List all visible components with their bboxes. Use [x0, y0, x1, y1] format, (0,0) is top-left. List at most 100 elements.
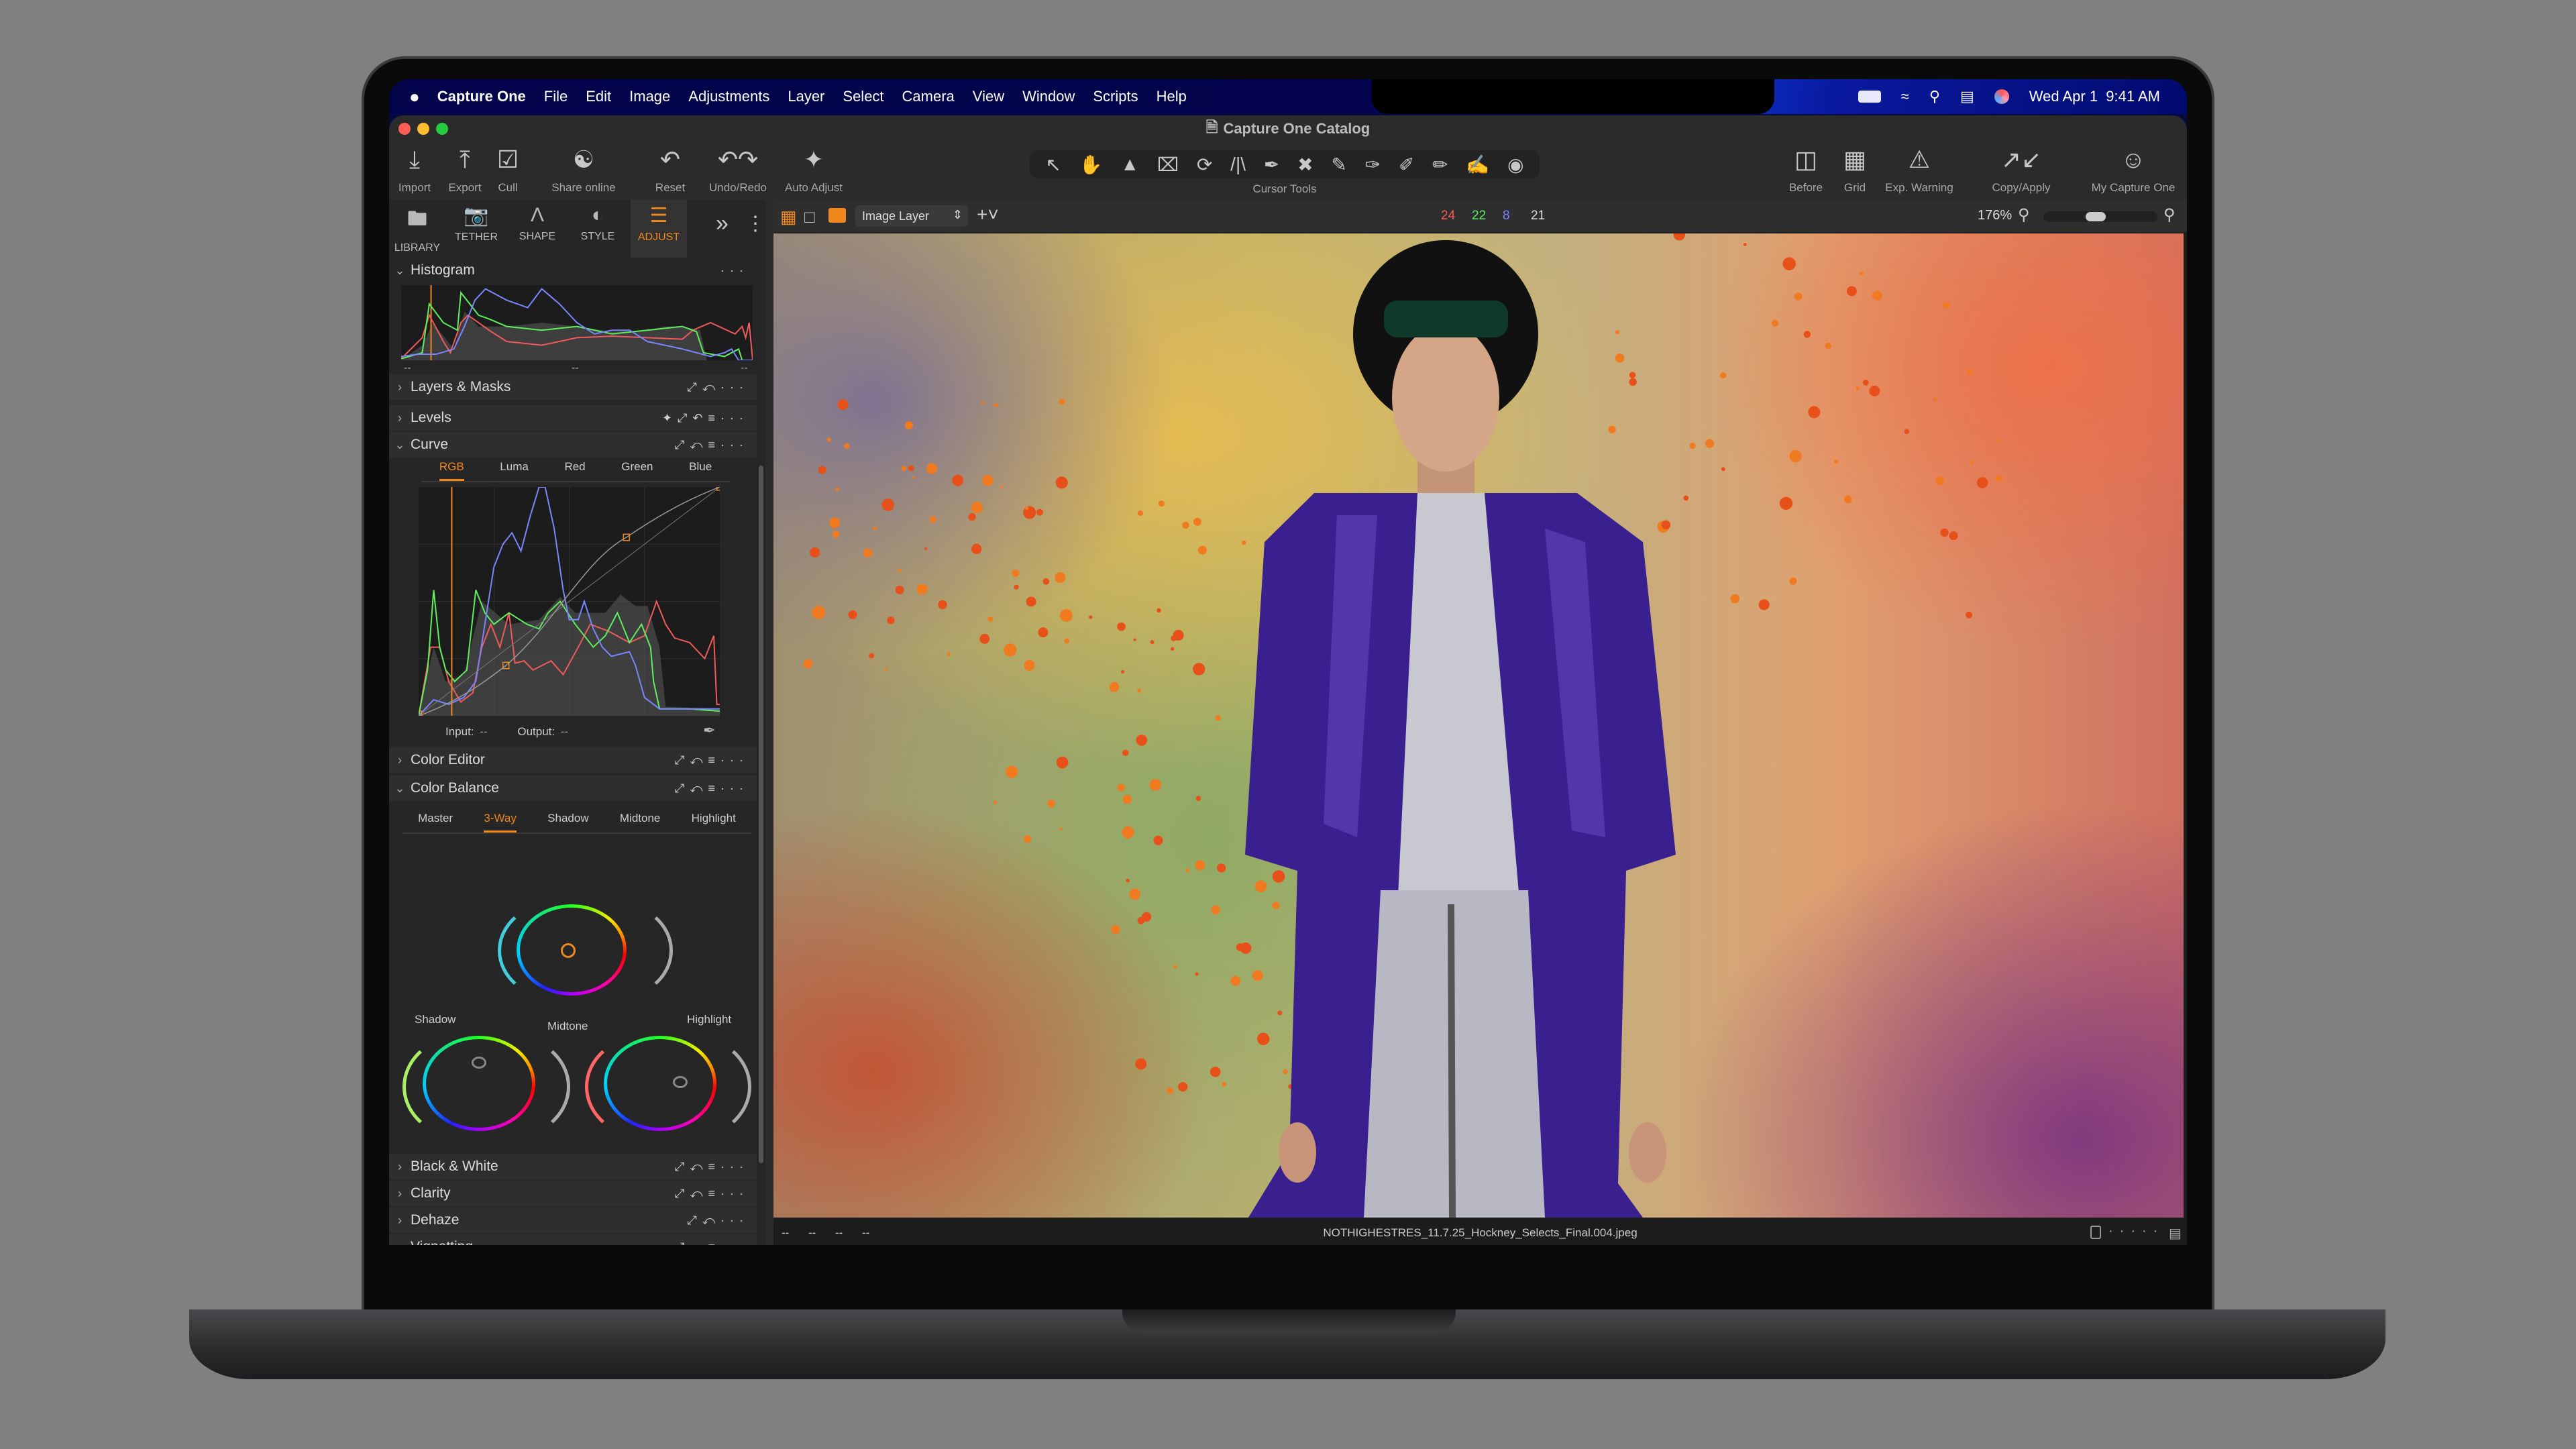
draw-mask-tool-icon[interactable]: ✎ [1331, 154, 1346, 176]
select-tool-icon[interactable]: ↖ [1045, 154, 1061, 176]
chevron-down-icon[interactable]: ⌄ [389, 264, 411, 278]
tab-adjust[interactable]: ☰ ADJUST [631, 200, 687, 258]
shadow-knob[interactable] [472, 1057, 486, 1069]
undo-redo-button[interactable]: ↶↷ Undo/Redo [709, 142, 767, 195]
section-curve[interactable]: ⌄ Curve ⤢↶≡··· [389, 432, 757, 458]
menu-app-name[interactable]: Capture One [437, 88, 526, 105]
auto-adjust-button[interactable]: ✦ Auto Adjust [785, 142, 843, 195]
pan-tool-icon[interactable]: ✋ [1079, 154, 1103, 176]
cb-tab-3-way[interactable]: 3-Way [484, 812, 517, 833]
share-online-button[interactable]: ☯ Share online [551, 142, 615, 195]
curve-editor[interactable] [419, 487, 720, 716]
cull-button[interactable]: ☑ Cull [497, 142, 519, 195]
section-dehaze[interactable]: › Dehaze ⤢↶··· [389, 1208, 757, 1233]
menu-view[interactable]: View [973, 88, 1004, 105]
section-black-white[interactable]: › Black & White ⤢↶≡··· [389, 1154, 757, 1179]
curve-tab-rgb[interactable]: RGB [439, 460, 464, 481]
section-histogram[interactable]: ⌄ Histogram ··· [389, 258, 757, 283]
chevron-right-icon[interactable]: › [389, 1160, 411, 1174]
wifi-icon[interactable]: ≈ [1901, 88, 1909, 105]
menu-select[interactable]: Select [843, 88, 883, 105]
chevron-right-icon[interactable]: › [389, 380, 411, 394]
section-actions-icons[interactable]: ⤢↶≡··· [675, 1187, 749, 1201]
loupe-tool-icon[interactable]: ▲ [1120, 154, 1139, 175]
highlight-knob[interactable] [673, 1076, 688, 1088]
gradient-tool-icon[interactable]: ✏ [1432, 154, 1448, 176]
section-actions-icons[interactable]: ⤢↶··· [687, 1214, 749, 1228]
minimize-button[interactable] [417, 123, 429, 135]
cb-tab-midtone[interactable]: Midtone [620, 812, 660, 833]
menu-window[interactable]: Window [1022, 88, 1075, 105]
section-actions-icons[interactable]: ⤢↶··· [687, 380, 749, 394]
chevron-right-icon[interactable]: › [389, 1187, 411, 1201]
zoom-out-icon[interactable]: ⚲ [2018, 205, 2030, 225]
chevron-right-icon[interactable]: › [389, 1240, 411, 1246]
zoom-button[interactable] [436, 123, 448, 135]
menu-help[interactable]: Help [1157, 88, 1187, 105]
zoom-in-icon[interactable]: ⚲ [2163, 205, 2176, 225]
section-levels[interactable]: › Levels ✦⤢↶≡··· [389, 405, 757, 431]
section-clarity[interactable]: › Clarity ⤢↶≡··· [389, 1181, 757, 1206]
grid-button[interactable]: ▦ Grid [1843, 142, 1866, 195]
image-viewer[interactable] [773, 233, 2187, 1221]
brush-tool-icon[interactable]: ✑ [1365, 154, 1381, 176]
rating-checkbox[interactable] [2090, 1226, 2101, 1239]
before-button[interactable]: ◫ Before [1789, 142, 1823, 195]
more-icon[interactable]: ··· [720, 264, 749, 278]
cb-tab-highlight[interactable]: Highlight [692, 812, 736, 833]
shadow-color-wheel[interactable] [423, 1036, 535, 1131]
chevron-down-icon[interactable]: ⌄ [389, 782, 411, 796]
curve-tab-green[interactable]: Green [621, 460, 653, 481]
tab-shape[interactable]: Λ SHAPE [509, 200, 566, 258]
export-button[interactable]: ⤒ Export [448, 142, 481, 195]
apple-icon[interactable]: ● [409, 87, 420, 107]
cb-tab-shadow[interactable]: Shadow [547, 812, 588, 833]
section-color-balance[interactable]: ⌄ Color Balance ⤢↶≡··· [389, 775, 757, 801]
cb-tab-master[interactable]: Master [418, 812, 453, 833]
rotate-tool-icon[interactable]: ⟳ [1197, 154, 1212, 176]
import-button[interactable]: ⤓ Import [398, 142, 431, 195]
menu-image[interactable]: Image [629, 88, 670, 105]
layer-select[interactable]: Image Layer ⇕ [855, 205, 968, 227]
tab-style[interactable]: ◐ STYLE [570, 200, 626, 258]
my-capture-one-button[interactable]: ☺ My Capture One [2092, 142, 2176, 195]
chevron-right-icon[interactable]: › [389, 411, 411, 425]
zoom-slider[interactable] [2043, 211, 2157, 222]
single-view-icon[interactable]: □ [804, 207, 815, 227]
section-layers-masks[interactable]: › Layers & Masks ⤢↶··· [389, 374, 757, 400]
menu-layer[interactable]: Layer [788, 88, 824, 105]
menu-scripts[interactable]: Scripts [1093, 88, 1138, 105]
menu-edit[interactable]: Edit [586, 88, 611, 105]
midtone-knob[interactable] [561, 943, 576, 958]
eraser-tool-icon[interactable]: ✐ [1399, 154, 1414, 176]
multi-view-icon[interactable]: ▦ [780, 207, 797, 227]
chevron-right-icon[interactable]: › [389, 753, 411, 767]
section-actions-icons[interactable]: ✦⤢↶≡··· [662, 411, 749, 425]
menu-camera[interactable]: Camera [902, 88, 955, 105]
search-icon[interactable]: ⚲ [1929, 88, 1940, 105]
section-color-editor[interactable]: › Color Editor ⤢↶≡··· [389, 747, 757, 773]
tab-library[interactable]: 🖿 LIBRARY [389, 200, 445, 258]
menu-adjustments[interactable]: Adjustments [688, 88, 769, 105]
control-center-icon[interactable]: ▤ [1960, 88, 1974, 105]
picker-tool-icon[interactable]: ✒ [1264, 154, 1279, 176]
heal-tool-icon[interactable]: ✖ [1297, 154, 1313, 176]
annotate-tool-icon[interactable]: ✍ [1466, 154, 1489, 176]
star-rating[interactable]: ····· [2108, 1224, 2164, 1239]
close-button[interactable] [398, 123, 411, 135]
chevron-right-icon[interactable]: › [389, 1214, 411, 1228]
clock[interactable]: Wed Apr 1 9:41 AM [2029, 88, 2160, 105]
color-picker-tool-icon[interactable]: ◉ [1507, 154, 1523, 176]
keystone-tool-icon[interactable]: /|\ [1230, 154, 1246, 175]
section-actions-icons[interactable]: ⤢↶≡··· [675, 438, 749, 452]
more-tabs-icon[interactable]: » [716, 211, 729, 237]
panel-scrollbar[interactable] [759, 466, 763, 1163]
crop-tool-icon[interactable]: ⌧ [1157, 154, 1179, 176]
chevron-down-icon[interactable]: ⌄ [389, 438, 411, 452]
curve-tab-luma[interactable]: Luma [500, 460, 529, 481]
reset-button[interactable]: ↶ Reset [655, 142, 685, 195]
curve-tab-blue[interactable]: Blue [689, 460, 712, 481]
copy-apply-button[interactable]: ↗↙ Copy/Apply [1992, 142, 2051, 195]
curve-picker-icon[interactable]: ✒ [703, 722, 715, 739]
section-vignetting[interactable]: › Vignetting ⤢↶≡··· [389, 1234, 757, 1245]
